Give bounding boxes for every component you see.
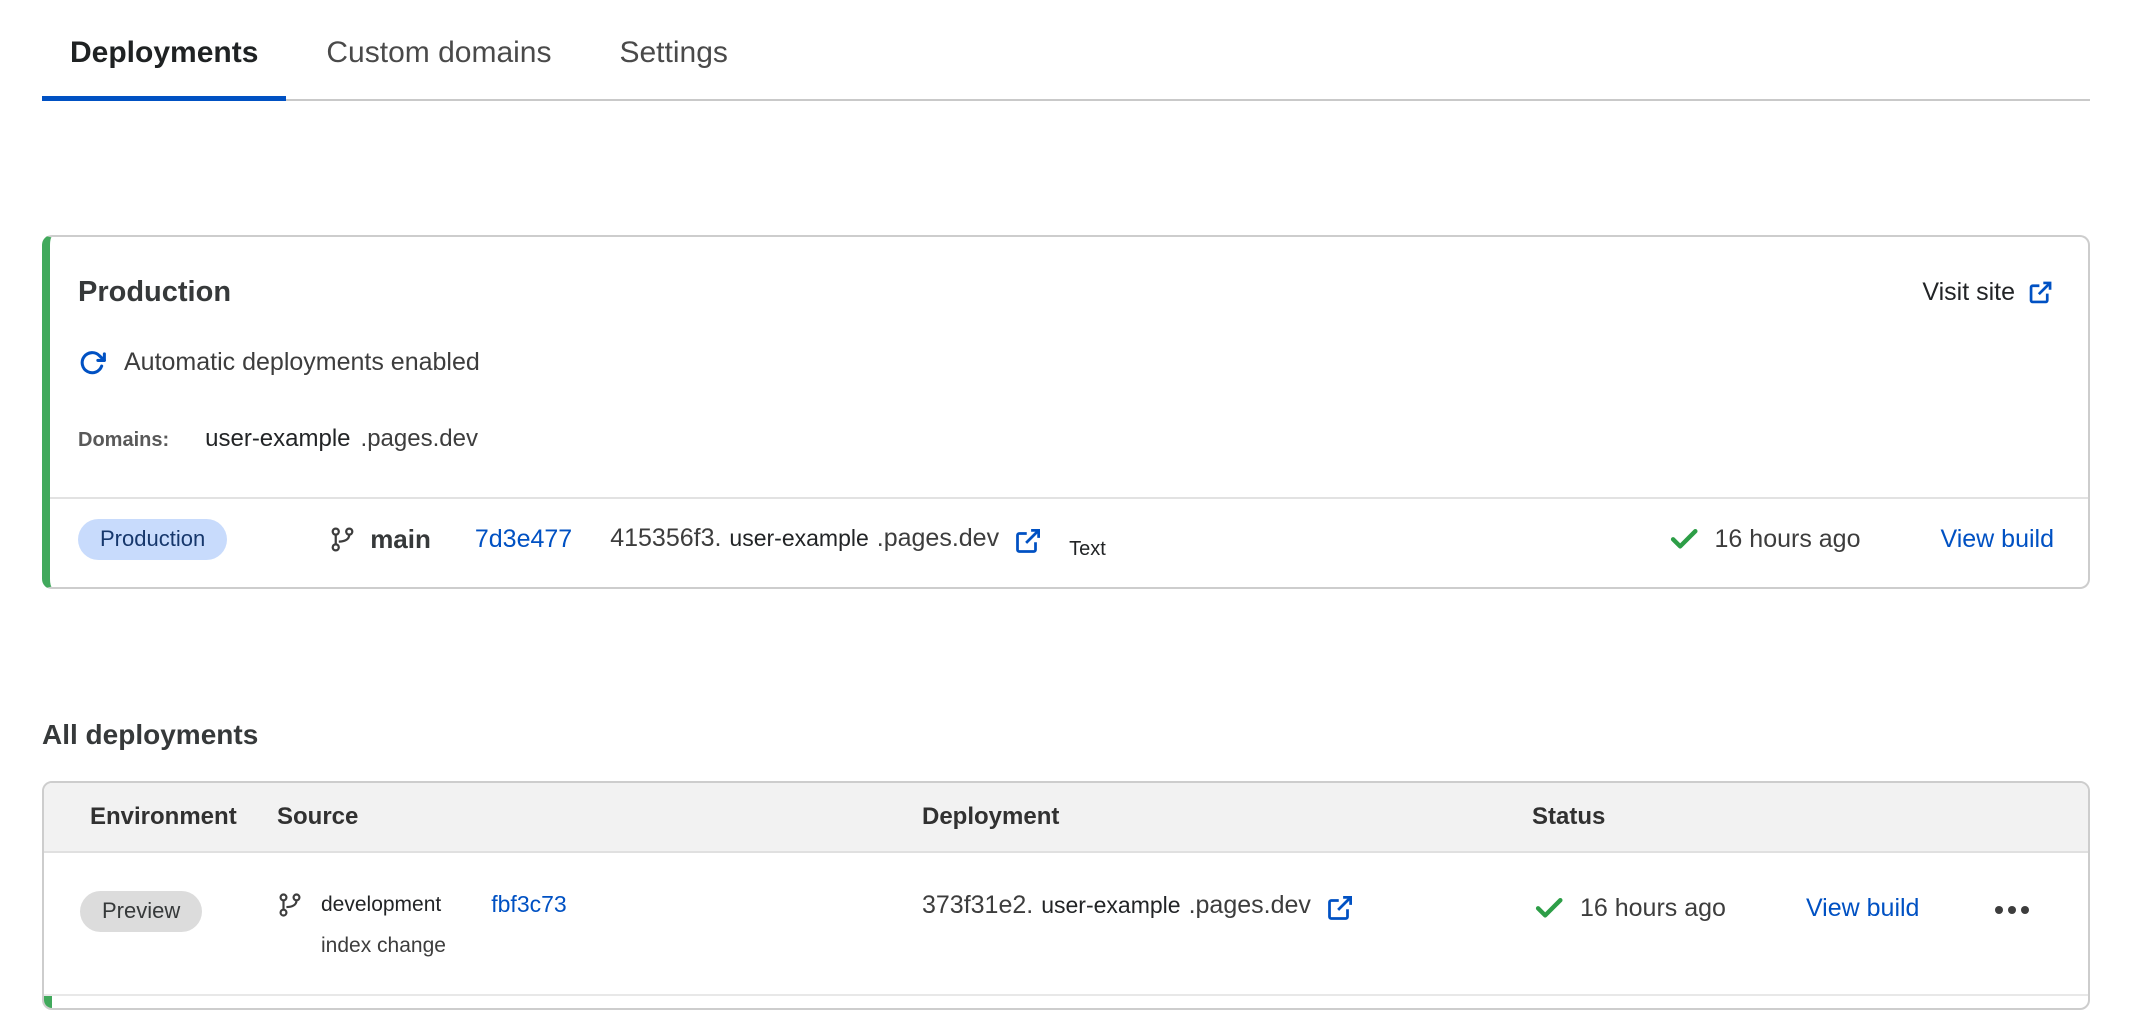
- more-options-button[interactable]: [1989, 896, 2035, 924]
- commit-hash-link[interactable]: 7d3e477: [475, 525, 572, 554]
- deployment-time: 16 hours ago: [1715, 525, 1861, 554]
- deployment-url-suffix: .pages.dev: [877, 524, 999, 553]
- production-deployment-row: Production main 7d3e477 415356f3. user-e…: [50, 497, 2088, 579]
- domains-row: Domains: user-example .pages.dev: [78, 425, 2054, 453]
- status-cell: 16 hours ago View build: [1532, 891, 2088, 966]
- refresh-icon: [78, 349, 106, 377]
- git-branch-icon: [329, 526, 356, 553]
- deployment-url-prefix: 415356f3.: [610, 524, 721, 553]
- deployment-url-prefix: 373f31e2.: [922, 891, 1033, 920]
- column-header-status: Status: [1532, 803, 2088, 831]
- branch-name: development: [321, 893, 441, 917]
- tab-custom-domains[interactable]: Custom domains: [298, 0, 579, 101]
- ellipsis-dot: [2008, 906, 2016, 914]
- deployment-url-link[interactable]: 415356f3. user-example .pages.dev: [610, 524, 1043, 554]
- production-card: Production Visit site Automa: [42, 235, 2090, 589]
- next-row-accent-bar: [44, 996, 52, 1008]
- ellipsis-dot: [2021, 906, 2029, 914]
- tab-deployments[interactable]: Deployments: [42, 0, 286, 101]
- column-header-environment: Environment: [80, 803, 277, 831]
- external-link-icon: [1325, 893, 1355, 923]
- deployment-url-suffix: .pages.dev: [1189, 891, 1311, 920]
- table-header-row: Environment Source Deployment Status: [44, 783, 2088, 853]
- source-cell: development fbf3c73 index change: [277, 891, 922, 966]
- all-deployments-title: All deployments: [42, 719, 2090, 751]
- deployment-time: 16 hours ago: [1580, 894, 1726, 923]
- environment-cell: Preview: [80, 891, 277, 966]
- branch-name: main: [370, 524, 431, 555]
- production-card-header: Production Visit site: [78, 271, 2054, 313]
- view-build-link[interactable]: View build: [1806, 894, 1920, 923]
- domains-label: Domains:: [78, 429, 169, 452]
- deployment-url-name: user-example: [729, 525, 868, 552]
- column-header-source: Source: [277, 803, 922, 831]
- ellipsis-dot: [1995, 906, 2003, 914]
- deployment-cell: 373f31e2. user-example .pages.dev: [922, 891, 1532, 966]
- deployment-note: Text: [1069, 538, 1106, 561]
- tab-settings[interactable]: Settings: [591, 0, 755, 101]
- deployment-status: 16 hours ago View build: [1667, 522, 2054, 556]
- success-check-icon: [1667, 522, 1701, 556]
- git-branch-icon: [277, 892, 303, 918]
- deployments-table: Environment Source Deployment Status Pre…: [42, 781, 2090, 1010]
- domain-suffix: .pages.dev: [361, 425, 478, 453]
- table-row: Preview development fbf3c73: [44, 853, 2088, 996]
- environment-badge: Preview: [80, 891, 202, 932]
- deployment-url-name: user-example: [1041, 892, 1180, 919]
- view-build-link[interactable]: View build: [1940, 525, 2054, 554]
- deployment-url-link[interactable]: 373f31e2. user-example .pages.dev: [922, 891, 1532, 921]
- pages-project-deployments-page: Deployments Custom domains Settings Prod…: [0, 0, 2132, 1012]
- visit-site-label: Visit site: [1922, 271, 2015, 313]
- commit-hash-link[interactable]: fbf3c73: [491, 891, 566, 918]
- visit-site-link[interactable]: Visit site: [1922, 271, 2054, 313]
- external-link-icon: [2027, 279, 2054, 306]
- auto-deploy-text: Automatic deployments enabled: [124, 348, 480, 377]
- domain-name: user-example: [205, 425, 350, 453]
- success-check-icon: [1532, 891, 1566, 925]
- auto-deployments-status: Automatic deployments enabled: [78, 348, 2054, 377]
- production-title: Production: [78, 271, 231, 313]
- external-link-icon: [1013, 526, 1043, 556]
- environment-badge: Production: [78, 519, 227, 560]
- commit-message: index change: [321, 934, 922, 958]
- deployment-info: Production main 7d3e477 415356f3. user-e…: [78, 519, 1106, 560]
- column-header-deployment: Deployment: [922, 803, 1532, 831]
- tab-bar: Deployments Custom domains Settings: [42, 0, 2090, 101]
